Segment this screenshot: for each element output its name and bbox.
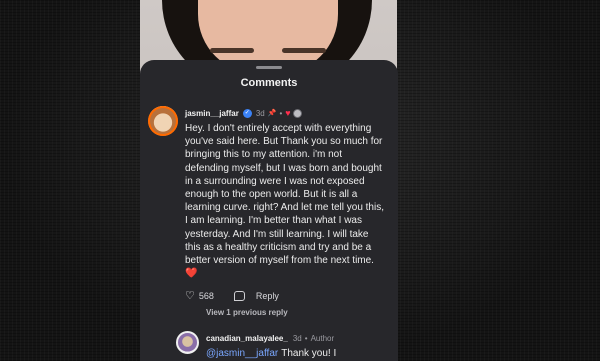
comments-sheet: Comments jasmin__jaffar ✓ 3d 📌 • ♥ Hey. … [140,60,398,361]
video-brows [210,48,326,56]
view-previous-replies[interactable]: View 1 previous reply [206,308,288,317]
reply-bubble-icon[interactable] [233,290,245,301]
pin-icon: 📌 [267,110,277,117]
reply-button[interactable]: Reply [256,291,279,301]
reply-text: Thank you! I [281,348,337,359]
comment-username[interactable]: jasmin__jaffar [185,109,239,118]
creator-heart-icon: ♥ [285,108,291,118]
like-heart-outline-icon[interactable]: ♡ [185,289,195,302]
reply-body: @jasmin__jaffar Thank you! I [206,348,336,359]
mention-link[interactable]: @jasmin__jaffar [206,348,278,359]
separator-dot: • [304,334,308,343]
comment-time: 3d [255,108,265,118]
reply-author-avatar[interactable] [176,331,199,354]
sheet-title: Comments [240,77,298,89]
reply-meta: canadian_malayalee_ 3d • Author [206,334,337,343]
creator-avatar-mini [292,108,302,118]
author-badge: Author [310,334,335,343]
drag-handle[interactable] [256,66,282,69]
comment-body: Hey. I don't entirely accept with everyt… [185,122,385,280]
verified-check-icon: ✓ [242,108,252,118]
like-count: 568 [198,290,214,301]
reply-username[interactable]: canadian_malayalee_ [206,334,288,343]
heart-emoji: ❤️ [185,268,198,280]
comment-meta: jasmin__jaffar ✓ 3d 📌 • ♥ [185,107,302,119]
reply-time: 3d [292,334,302,343]
separator-dot: • [279,108,283,118]
comment-actions: ♡ 568 Reply [185,289,279,302]
comment-text: Hey. I don't entirely accept with everyt… [185,123,384,267]
commenter-avatar[interactable] [148,106,178,136]
